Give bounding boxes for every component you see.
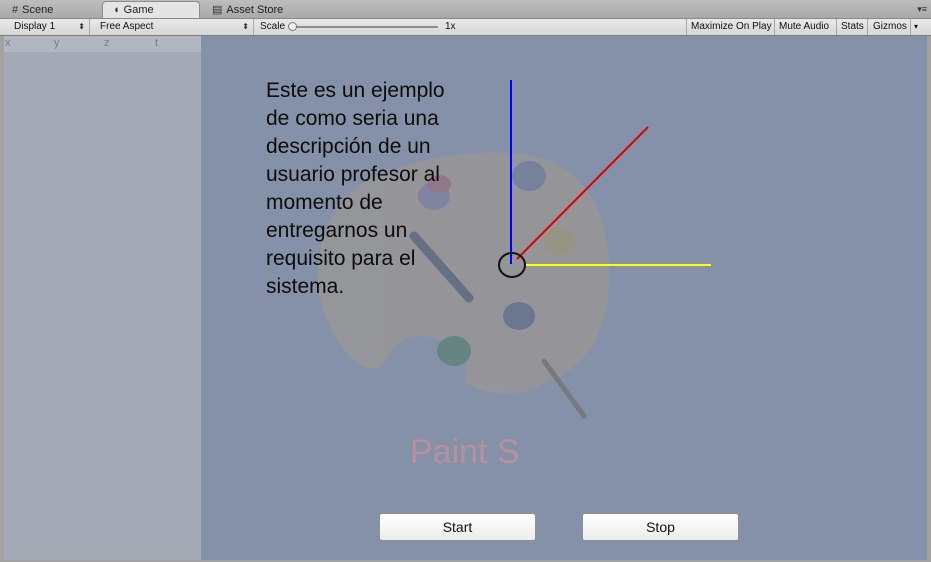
display-dropdown-value: Display 1	[14, 21, 56, 32]
maximize-on-play-toggle[interactable]: Maximize On Play	[686, 19, 775, 35]
display-dropdown[interactable]: Display 1 ⬍	[6, 19, 90, 35]
game-toolbar: Display 1 ⬍ Free Aspect ⬍ Scale 1x Maxim…	[0, 19, 931, 36]
tab-game[interactable]: ◖ Game	[102, 1, 200, 18]
stop-button[interactable]: Stop	[582, 513, 739, 541]
gizmos-dropdown[interactable]: ▾	[911, 19, 927, 35]
start-button[interactable]: Start	[379, 513, 536, 541]
tab-scene[interactable]: # Scene	[12, 2, 53, 18]
game-view[interactable]: x y z t Este es un ejemplo de como seria…	[4, 36, 927, 560]
axis-label-x: x	[5, 37, 11, 49]
chevron-down-icon: ▾	[914, 22, 919, 31]
axis-label-z: z	[104, 37, 110, 49]
description-line: requisito para el	[266, 247, 416, 270]
description-line: Este es un ejemplo	[266, 79, 445, 102]
tab-menu-icon[interactable]: ▾≡	[917, 4, 927, 15]
stats-toggle[interactable]: Stats	[837, 19, 868, 35]
gizmos-label: Gizmos	[873, 21, 907, 32]
description-line: usuario profesor al	[266, 163, 440, 186]
axis-header: x y z t	[4, 36, 201, 52]
scale-label: Scale	[260, 21, 286, 32]
description-line: sistema.	[266, 275, 345, 298]
aspect-dropdown[interactable]: Free Aspect ⬍	[92, 19, 254, 35]
description-line: descripción de un	[266, 135, 431, 158]
tab-scene-label: Scene	[22, 4, 54, 16]
updown-arrows-icon: ⬍	[242, 22, 249, 31]
maximize-on-play-label: Maximize On Play	[691, 21, 772, 32]
gizmos-toggle[interactable]: Gizmos	[868, 19, 911, 35]
scale-value: 1x	[445, 21, 456, 32]
description-line: entregarnos un	[266, 219, 408, 242]
aspect-dropdown-value: Free Aspect	[100, 21, 154, 32]
description-text: Este es un ejemplo de como seria una des…	[266, 77, 496, 301]
grid-icon: #	[12, 4, 19, 16]
editor-tab-bar: # Scene ◖ Game ▤ Asset Store ▾≡	[0, 0, 931, 19]
axis-side-panel: x y z t	[4, 36, 201, 560]
scale-slider-thumb[interactable]	[288, 22, 297, 31]
pacman-icon: ◖	[113, 4, 120, 16]
tab-asset-store[interactable]: ▤ Asset Store	[212, 2, 283, 18]
store-icon: ▤	[212, 4, 223, 16]
updown-arrows-icon: ⬍	[78, 22, 85, 31]
axis-label-t: t	[155, 37, 159, 49]
app-title-watermark: Paint S	[410, 433, 520, 471]
axis-label-y: y	[54, 37, 60, 49]
scale-slider-track[interactable]	[292, 26, 438, 28]
description-line: de como seria una	[266, 107, 439, 130]
mute-audio-label: Mute Audio	[779, 21, 830, 32]
description-line: momento de	[266, 191, 383, 214]
tab-asset-store-label: Asset Store	[226, 4, 284, 16]
mute-audio-toggle[interactable]: Mute Audio	[775, 19, 837, 35]
stats-label: Stats	[841, 21, 864, 32]
tab-game-label: Game	[123, 4, 154, 16]
